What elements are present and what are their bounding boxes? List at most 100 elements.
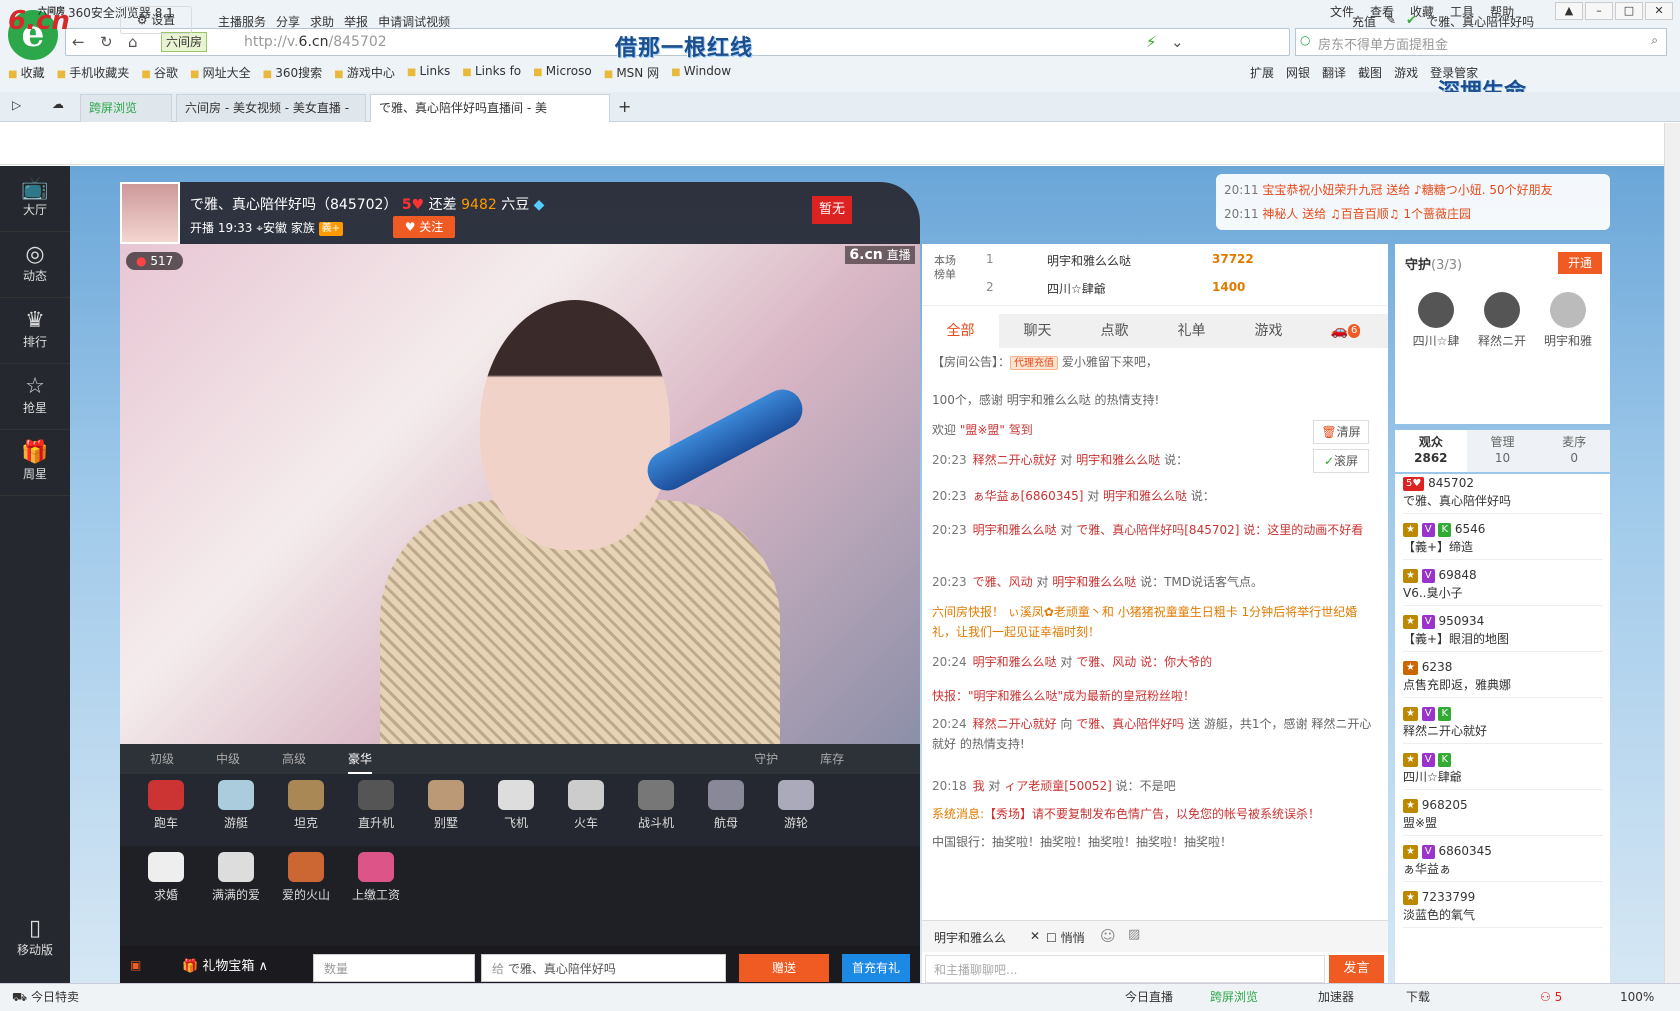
close-button[interactable]: ✕ bbox=[1645, 2, 1673, 20]
chat-tab-chat[interactable]: 聊天 bbox=[999, 314, 1076, 348]
fav-item[interactable]: 网址大全 bbox=[190, 64, 251, 81]
chat-tab-car[interactable]: 🚗 6 bbox=[1307, 314, 1384, 348]
translate-button[interactable]: 翻译 bbox=[1322, 64, 1346, 81]
gift-tab-luxury[interactable]: 豪华 bbox=[348, 744, 373, 774]
search-engine-icon[interactable]: ○ bbox=[1300, 33, 1310, 47]
games-button[interactable]: 游戏 bbox=[1394, 64, 1418, 81]
tab-live-room[interactable]: で雅、真心陪伴好吗直播间 - 美 bbox=[370, 94, 610, 122]
gift-item[interactable]: 火车 bbox=[556, 774, 616, 831]
send-gift-button[interactable]: 赠送 bbox=[739, 954, 829, 982]
fav-item[interactable]: 收藏 bbox=[8, 64, 45, 81]
cross-screen-link[interactable]: 跨屏浏览 bbox=[1210, 984, 1258, 1010]
guard-member[interactable]: 释然ニ开 bbox=[1469, 292, 1535, 349]
guard-member[interactable]: 明宇和雅 bbox=[1535, 292, 1601, 349]
chat-tab-game[interactable]: 游戏 bbox=[1230, 314, 1307, 348]
anchor-service-link[interactable]: 主播服务 bbox=[218, 13, 266, 30]
user-name[interactable]: で雅、真心陪伴好吗 bbox=[1426, 13, 1534, 30]
sidebar-toggle-icon[interactable]: ▷ bbox=[12, 98, 21, 112]
back-icon[interactable]: ← bbox=[72, 33, 85, 51]
fav-item[interactable]: Microso bbox=[533, 64, 592, 81]
online-users[interactable]: ⚇ 5 bbox=[1540, 984, 1562, 1010]
fav-item[interactable]: 手机收藏夹 bbox=[57, 64, 129, 81]
menu-file[interactable]: 文件 bbox=[1330, 3, 1354, 20]
sidebar-item-feed[interactable]: ◎ 动态 bbox=[0, 232, 70, 298]
today-live-link[interactable]: 今日直播 bbox=[1125, 984, 1173, 1010]
gift-item[interactable]: 别墅 bbox=[416, 774, 476, 831]
site-logo[interactable]: 6.cn 六间房 bbox=[8, 6, 70, 36]
gift-item[interactable]: 跑车 bbox=[136, 774, 196, 831]
audience-item[interactable]: ★ 7233799 淡蓝色的氧气 bbox=[1403, 888, 1603, 928]
maximize-button[interactable]: □ bbox=[1615, 2, 1643, 20]
gift-item[interactable]: 游艇 bbox=[206, 774, 266, 831]
clear-screen-button[interactable]: 🗑清屏 bbox=[1313, 420, 1369, 444]
recipient-input[interactable]: 给 で雅、真心陪伴好吗 bbox=[481, 954, 726, 982]
fav-item[interactable]: 游戏中心 bbox=[334, 64, 395, 81]
gift-item[interactable]: 游轮 bbox=[766, 774, 826, 831]
send-message-button[interactable]: 发言 bbox=[1329, 955, 1384, 983]
cloud-icon[interactable]: ☁ bbox=[52, 97, 64, 111]
sidebar-item-weekly[interactable]: 🎁 周星 bbox=[0, 430, 70, 496]
help-link[interactable]: 求助 bbox=[310, 13, 334, 30]
page-scrollbar[interactable] bbox=[1664, 123, 1680, 983]
search-icon[interactable]: ⌕ bbox=[1651, 33, 1658, 48]
image-icon[interactable]: ▨ bbox=[1128, 927, 1140, 942]
search-box[interactable]: ○ 房东不得单方面提租金 ⌕ bbox=[1295, 28, 1667, 56]
debug-video-link[interactable]: 申请调试视频 bbox=[378, 13, 450, 30]
gift-item[interactable]: 飞机 bbox=[486, 774, 546, 831]
emoji-icon[interactable]: ☺ bbox=[1100, 927, 1116, 945]
audience-item[interactable]: ★ V K 释然ニ开心就好 bbox=[1403, 704, 1603, 744]
fav-item[interactable]: MSN 网 bbox=[604, 64, 659, 81]
today-sale-link[interactable]: ⛟ 今日特卖 bbox=[12, 984, 79, 1010]
guard-member[interactable]: 四川☆肆 bbox=[1403, 292, 1469, 349]
tab-mic-queue[interactable]: 麦序 0 bbox=[1538, 430, 1610, 472]
new-tab-icon[interactable]: + bbox=[618, 97, 631, 116]
scroll-screen-button[interactable]: ✓滚屏 bbox=[1313, 449, 1369, 473]
sidebar-item-hall[interactable]: 📺 大厅 bbox=[0, 166, 70, 232]
gift-item[interactable]: 航母 bbox=[696, 774, 756, 831]
gift-item[interactable]: 直升机 bbox=[346, 774, 406, 831]
quantity-input[interactable]: 数量 bbox=[313, 954, 475, 982]
url-text[interactable]: http://v.6.cn/845702 bbox=[244, 34, 387, 50]
home-icon[interactable]: ⌂ bbox=[128, 33, 138, 51]
gift-tab-high[interactable]: 高级 bbox=[282, 744, 306, 774]
bank-button[interactable]: 网银 bbox=[1286, 64, 1310, 81]
chat-tab-song[interactable]: 点歌 bbox=[1076, 314, 1153, 348]
audience-item[interactable]: ★ V 69848 V6..臭小子 bbox=[1403, 566, 1603, 606]
screenshot-button[interactable]: 截图 bbox=[1358, 64, 1382, 81]
fav-item[interactable]: Links bbox=[407, 64, 450, 81]
audience-item[interactable]: ★ 6238 点售充即返，雅典娜 bbox=[1403, 658, 1603, 698]
gift-item[interactable]: 战斗机 bbox=[626, 774, 686, 831]
sidebar-item-star[interactable]: ☆ 抢星 bbox=[0, 364, 70, 430]
gift-tab-inventory[interactable]: 库存 bbox=[820, 744, 844, 774]
gift-item[interactable]: 坦克 bbox=[276, 774, 336, 831]
speed-icon[interactable]: ⚡ bbox=[1146, 33, 1157, 51]
whisper-checkbox[interactable]: ☐ 悄悄 bbox=[1046, 929, 1085, 946]
chevron-down-icon[interactable]: ⌄ bbox=[1171, 33, 1184, 51]
share-link[interactable]: 分享 bbox=[276, 13, 300, 30]
audience-item[interactable]: ★ V 950934 【義+】眼泪的地图 bbox=[1403, 612, 1603, 652]
tab-cross-screen[interactable]: 跨屏浏览 bbox=[80, 94, 172, 122]
download-link[interactable]: 下载 bbox=[1406, 984, 1430, 1010]
wealth-icon[interactable]: ▣ bbox=[130, 958, 141, 972]
gift-tab-mid[interactable]: 中级 bbox=[216, 744, 240, 774]
rank-name[interactable]: 四川☆肆爺 bbox=[1047, 280, 1106, 297]
settings-button[interactable]: ⚙ 设置 bbox=[120, 6, 192, 34]
first-recharge-button[interactable]: 首充有礼 bbox=[842, 954, 910, 982]
chat-tab-all[interactable]: 全部 bbox=[922, 314, 999, 348]
zoom-level[interactable]: 100% bbox=[1620, 984, 1654, 1010]
gift-box-button[interactable]: 🎁 礼物宝箱 ∧ bbox=[182, 955, 268, 974]
gift-tab-guard[interactable]: 守护 bbox=[754, 744, 778, 774]
report-link[interactable]: 举报 bbox=[344, 13, 368, 30]
extensions-button[interactable]: 扩展 bbox=[1250, 64, 1274, 81]
minimize-button[interactable]: – bbox=[1585, 2, 1613, 20]
refresh-icon[interactable]: ↻ bbox=[100, 33, 113, 51]
skin-icon[interactable]: ▲ bbox=[1555, 2, 1583, 20]
audience-item[interactable]: ★ V K 四川☆肆爺 bbox=[1403, 750, 1603, 790]
gift-item[interactable]: 满满的爱 bbox=[206, 846, 266, 903]
search-input[interactable]: 房东不得单方面提租金 bbox=[1318, 34, 1448, 53]
sidebar-item-mobile[interactable]: ▯ 移动版 bbox=[0, 906, 70, 972]
chat-input[interactable]: 和主播聊聊吧... bbox=[925, 955, 1325, 983]
follow-button[interactable]: ♥ 关注 bbox=[393, 216, 455, 238]
gift-item[interactable]: 上缴工资 bbox=[346, 846, 406, 903]
chat-target-close-icon[interactable]: ✕ bbox=[1030, 929, 1040, 943]
